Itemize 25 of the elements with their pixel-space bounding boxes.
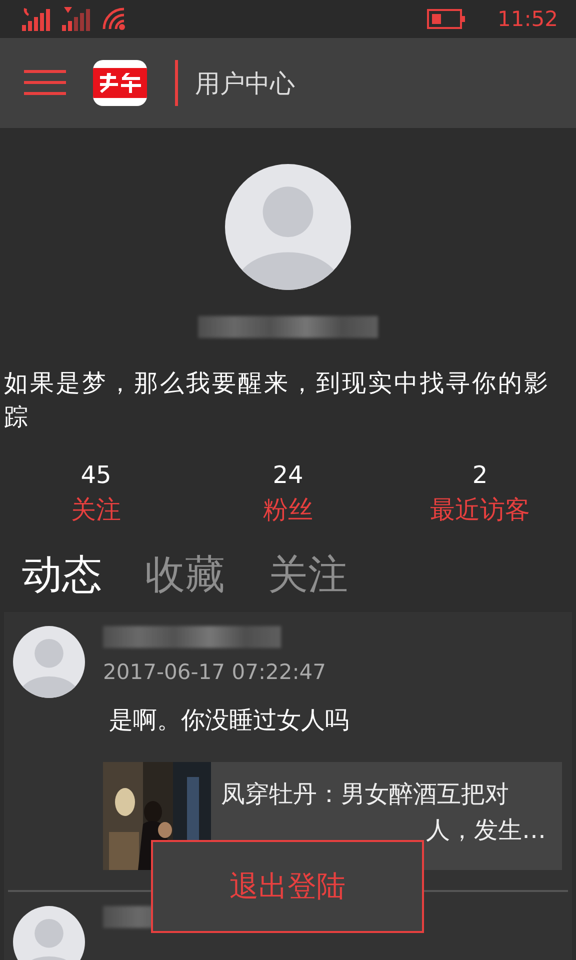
stat-label[interactable]: 最近访客 bbox=[430, 490, 530, 530]
signal-icon bbox=[22, 7, 50, 31]
stat-count: 24 bbox=[272, 460, 304, 490]
clock-time: 11:52 bbox=[497, 7, 558, 31]
post-date: 2017-06-17 07:22:47 bbox=[103, 660, 328, 684]
avatar-icon bbox=[13, 906, 85, 960]
menu-button[interactable] bbox=[24, 70, 66, 96]
app-logo bbox=[93, 60, 147, 106]
stat-label[interactable]: 关注 bbox=[71, 490, 121, 530]
signal-icon bbox=[62, 7, 90, 31]
user-bio: 如果是梦，那么我要醒来，到现实中找寻你的影踪 bbox=[3, 368, 551, 433]
post-text: 是啊。你没睡过女人吗 bbox=[109, 705, 350, 736]
battery-icon bbox=[427, 9, 466, 29]
stat-label[interactable]: 粉丝 bbox=[263, 490, 313, 530]
article-title: 凤穿牡丹：男女醉酒互把对 bbox=[221, 779, 509, 810]
article-title: 人，发生… bbox=[426, 815, 546, 846]
stat-count: 2 bbox=[472, 460, 488, 490]
page-title: 用户中心 bbox=[195, 68, 295, 100]
tab[interactable]: 关注 bbox=[268, 546, 348, 602]
tab[interactable]: 收藏 bbox=[145, 546, 225, 602]
avatar-icon bbox=[225, 164, 351, 290]
tab[interactable]: 动态 bbox=[22, 546, 102, 602]
avatar-icon bbox=[13, 626, 85, 698]
stat-count: 45 bbox=[80, 460, 112, 490]
wifi-icon bbox=[102, 7, 126, 31]
